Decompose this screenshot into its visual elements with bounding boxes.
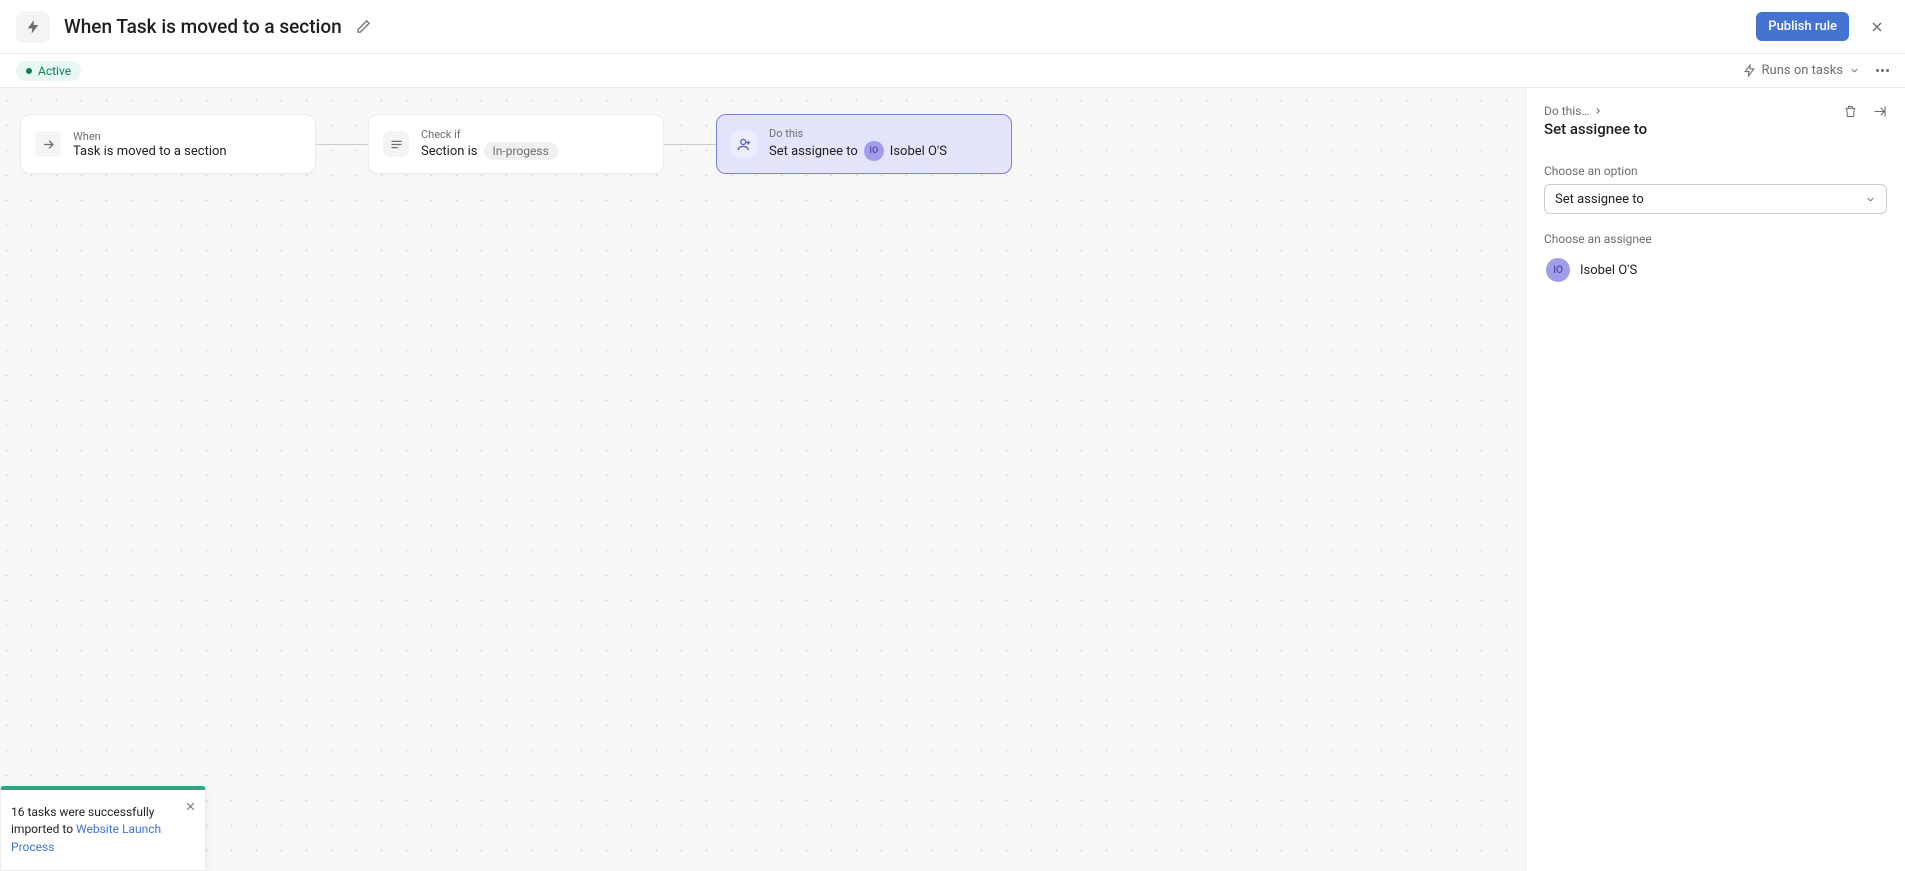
condition-desc: Section is In-progess	[421, 142, 558, 160]
publish-button[interactable]: Publish rule	[1756, 12, 1849, 41]
connector-line	[664, 144, 716, 145]
assignee-label: Choose an assignee	[1544, 232, 1887, 246]
assignee-icon	[731, 131, 757, 157]
page-title: When Task is moved to a section	[64, 15, 342, 38]
more-menu-icon[interactable]	[1876, 69, 1889, 72]
action-label: Do this	[769, 127, 947, 140]
avatar: IO	[864, 141, 884, 161]
condition-label: Check if	[421, 128, 558, 141]
edit-icon[interactable]	[356, 19, 371, 34]
assignee-row[interactable]: IO Isobel O'S	[1544, 252, 1887, 288]
arrow-right-icon	[35, 131, 61, 157]
condition-card[interactable]: Check if Section is In-progess	[368, 114, 664, 174]
header: When Task is moved to a section Publish …	[0, 0, 1905, 54]
toast-close-icon[interactable]	[184, 800, 197, 813]
side-panel-actions	[1843, 104, 1887, 119]
close-icon[interactable]	[1865, 15, 1889, 39]
action-text: Do this Set assignee to IO Isobel O'S	[769, 127, 947, 161]
side-panel-title: Set assignee to	[1544, 120, 1647, 138]
side-panel: Do this… Set assignee to Choose an optio…	[1525, 88, 1905, 871]
header-left: When Task is moved to a section	[16, 11, 371, 43]
runs-on-dropdown[interactable]: Runs on tasks	[1743, 63, 1860, 78]
chevron-down-icon	[1865, 194, 1876, 205]
bolt-icon	[1743, 64, 1756, 77]
delete-icon[interactable]	[1843, 104, 1858, 119]
toast: 16 tasks were successfully imported to W…	[0, 786, 206, 871]
section-chip: In-progess	[484, 142, 558, 160]
condition-prefix: Section is	[421, 144, 478, 159]
avatar: IO	[1546, 258, 1570, 282]
chevron-down-icon	[1849, 65, 1860, 76]
side-panel-title-block: Do this… Set assignee to	[1544, 104, 1647, 156]
breadcrumb[interactable]: Do this…	[1544, 104, 1647, 118]
trigger-text: When Task is moved to a section	[73, 130, 227, 159]
side-panel-head: Do this… Set assignee to	[1544, 104, 1887, 156]
flow: When Task is moved to a section Check if…	[20, 114, 1505, 174]
toolbar: Active Runs on tasks	[0, 54, 1905, 88]
option-label: Choose an option	[1544, 164, 1887, 178]
chevron-right-icon	[1593, 106, 1603, 116]
canvas[interactable]: When Task is moved to a section Check if…	[0, 88, 1525, 871]
header-right: Publish rule	[1756, 12, 1889, 41]
collapse-icon[interactable]	[1872, 104, 1887, 119]
trigger-desc: Task is moved to a section	[73, 144, 227, 159]
action-prefix: Set assignee to	[769, 144, 858, 159]
runs-on-label: Runs on tasks	[1762, 63, 1843, 78]
trigger-card[interactable]: When Task is moved to a section	[20, 114, 316, 174]
breadcrumb-text: Do this…	[1544, 104, 1589, 118]
option-select[interactable]: Set assignee to	[1544, 184, 1887, 214]
status-badge: Active	[16, 61, 81, 81]
trigger-label: When	[73, 130, 227, 143]
action-desc: Set assignee to IO Isobel O'S	[769, 141, 947, 161]
rule-icon	[16, 11, 50, 43]
condition-text: Check if Section is In-progess	[421, 128, 558, 160]
action-card[interactable]: Do this Set assignee to IO Isobel O'S	[716, 114, 1012, 174]
toolbar-right: Runs on tasks	[1743, 63, 1889, 78]
select-value: Set assignee to	[1555, 192, 1644, 207]
action-assignee: Isobel O'S	[890, 144, 947, 159]
connector-line	[316, 144, 368, 145]
list-icon	[383, 131, 409, 157]
assignee-name: Isobel O'S	[1580, 263, 1637, 278]
